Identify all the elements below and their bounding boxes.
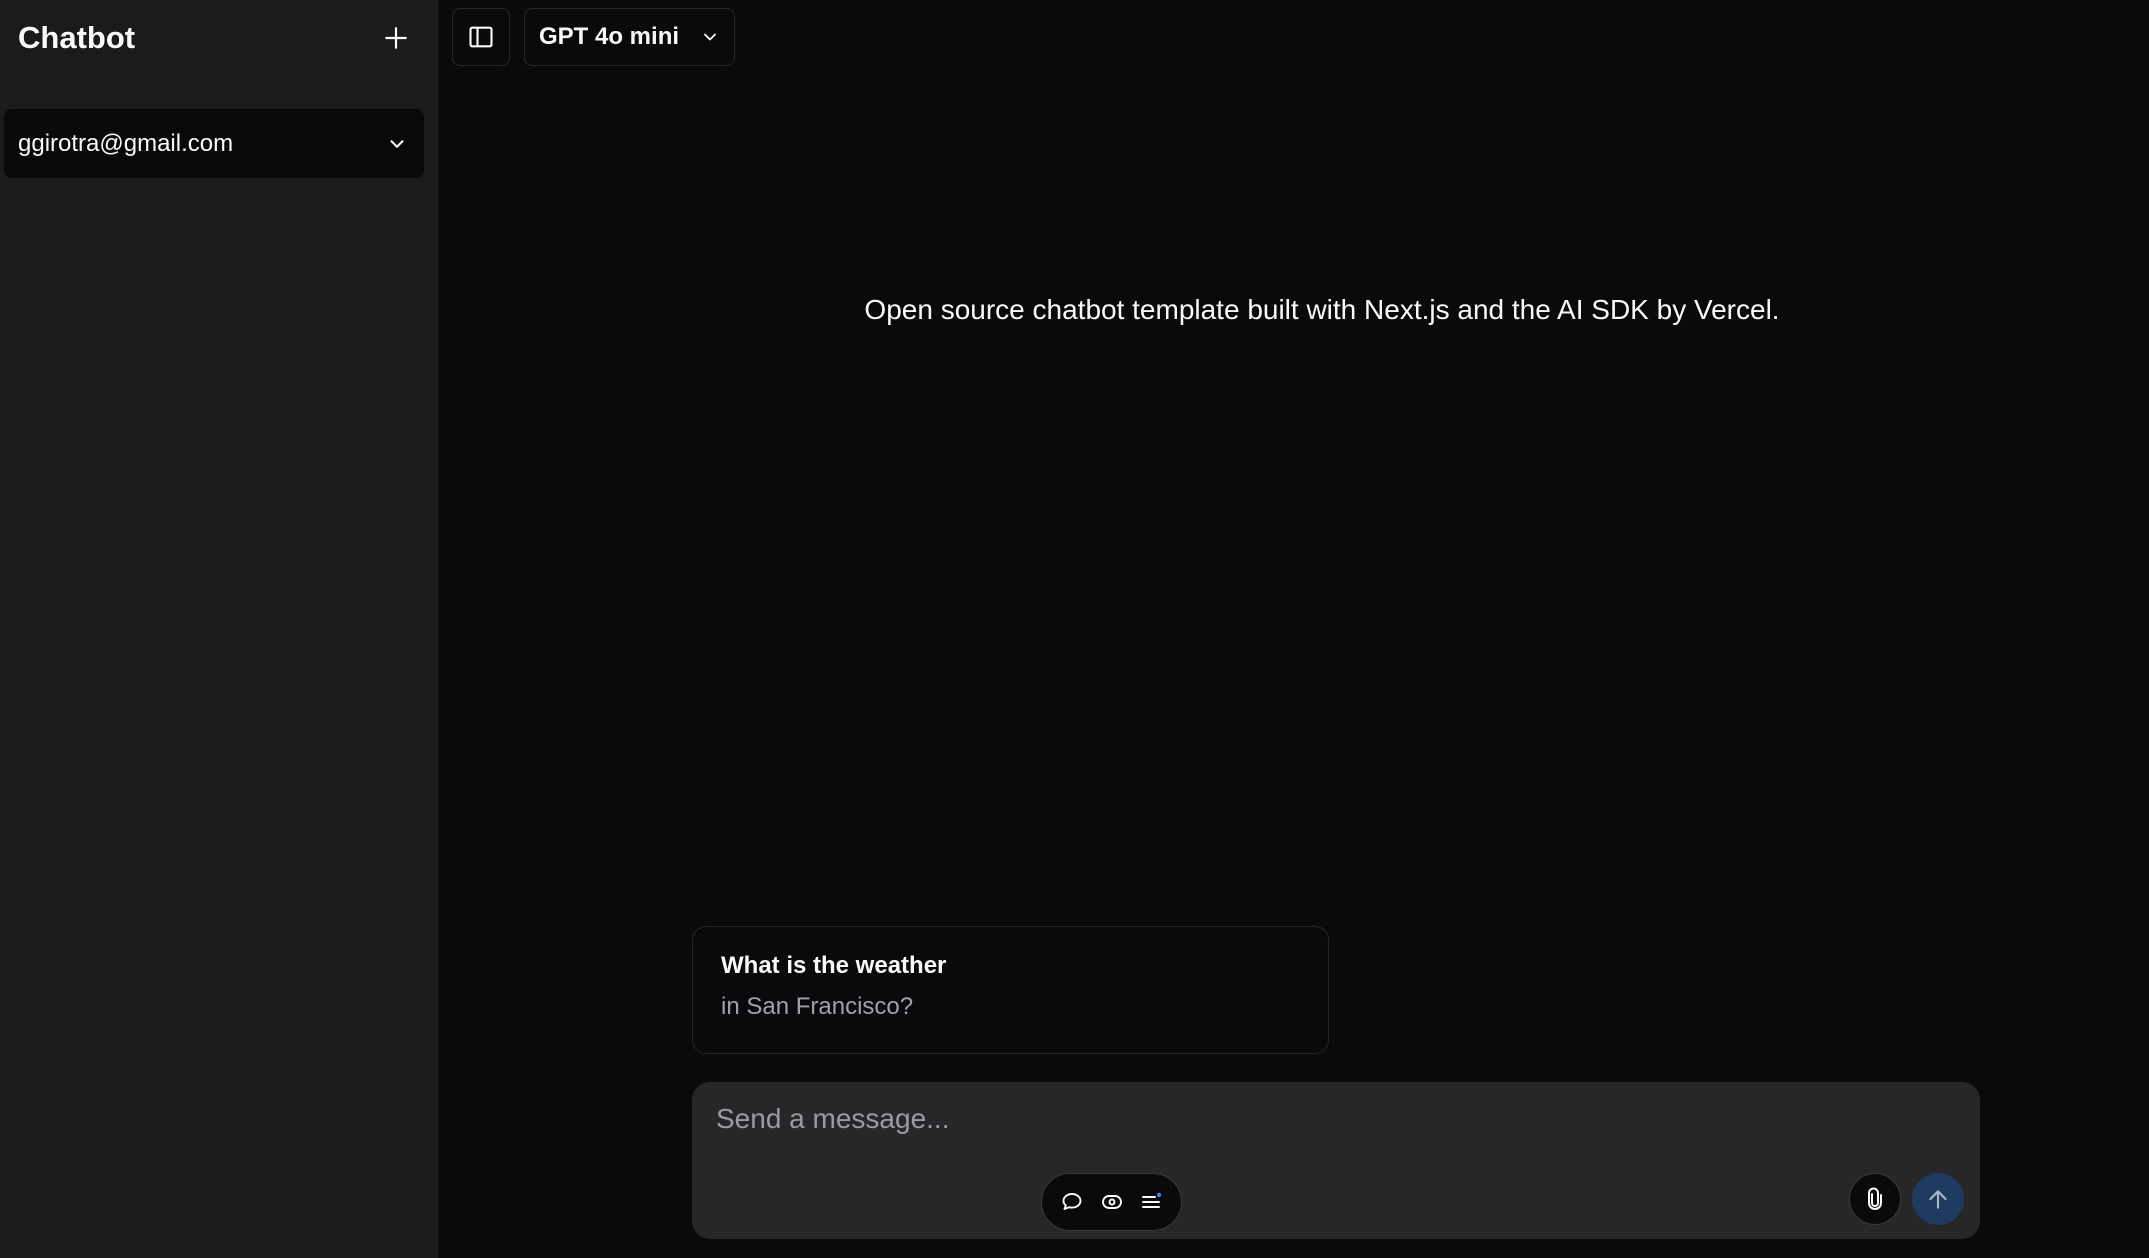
sidebar-panel-icon <box>469 26 493 48</box>
attach-file-button[interactable] <box>1849 1173 1901 1225</box>
suggestion-subtitle: in San Francisco? <box>721 993 914 1020</box>
mode-toggle-group <box>1041 1173 1182 1231</box>
model-selector[interactable]: GPT 4o mini <box>524 8 735 66</box>
message-input[interactable] <box>714 1094 1954 1144</box>
paperclip-icon <box>1868 1187 1882 1210</box>
user-menu[interactable]: ggirotra@gmail.com <box>4 109 424 178</box>
model-label: GPT 4o mini <box>539 23 680 50</box>
chevron-down-icon <box>390 139 404 148</box>
new-chat-button[interactable] <box>374 18 418 58</box>
chat-mode-button[interactable] <box>1054 1184 1090 1220</box>
chevron-down-icon <box>704 33 716 41</box>
plus-icon <box>385 27 407 49</box>
user-email: ggirotra@gmail.com <box>18 129 234 157</box>
sidebar: Chatbot ggirotra@gmail.com <box>0 0 438 1258</box>
sidebar-toggle-button[interactable] <box>452 8 510 66</box>
app-title: Chatbot <box>18 20 136 55</box>
arrow-up-icon <box>1929 1190 1947 1209</box>
greeting-text: Open source chatbot template built with … <box>864 294 1780 325</box>
suggested-action-weather[interactable]: What is the weather in San Francisco? <box>692 926 1329 1054</box>
list-mode-button[interactable] <box>1133 1184 1169 1220</box>
list-icon <box>1142 1192 1162 1208</box>
reasoning-mode-button[interactable] <box>1094 1184 1130 1220</box>
chat-bubble-icon <box>1062 1193 1082 1210</box>
suggestion-title: What is the weather <box>721 952 947 979</box>
message-composer <box>692 1082 1980 1239</box>
send-button[interactable] <box>1912 1173 1964 1225</box>
eye-toggle-icon <box>1101 1195 1122 1209</box>
